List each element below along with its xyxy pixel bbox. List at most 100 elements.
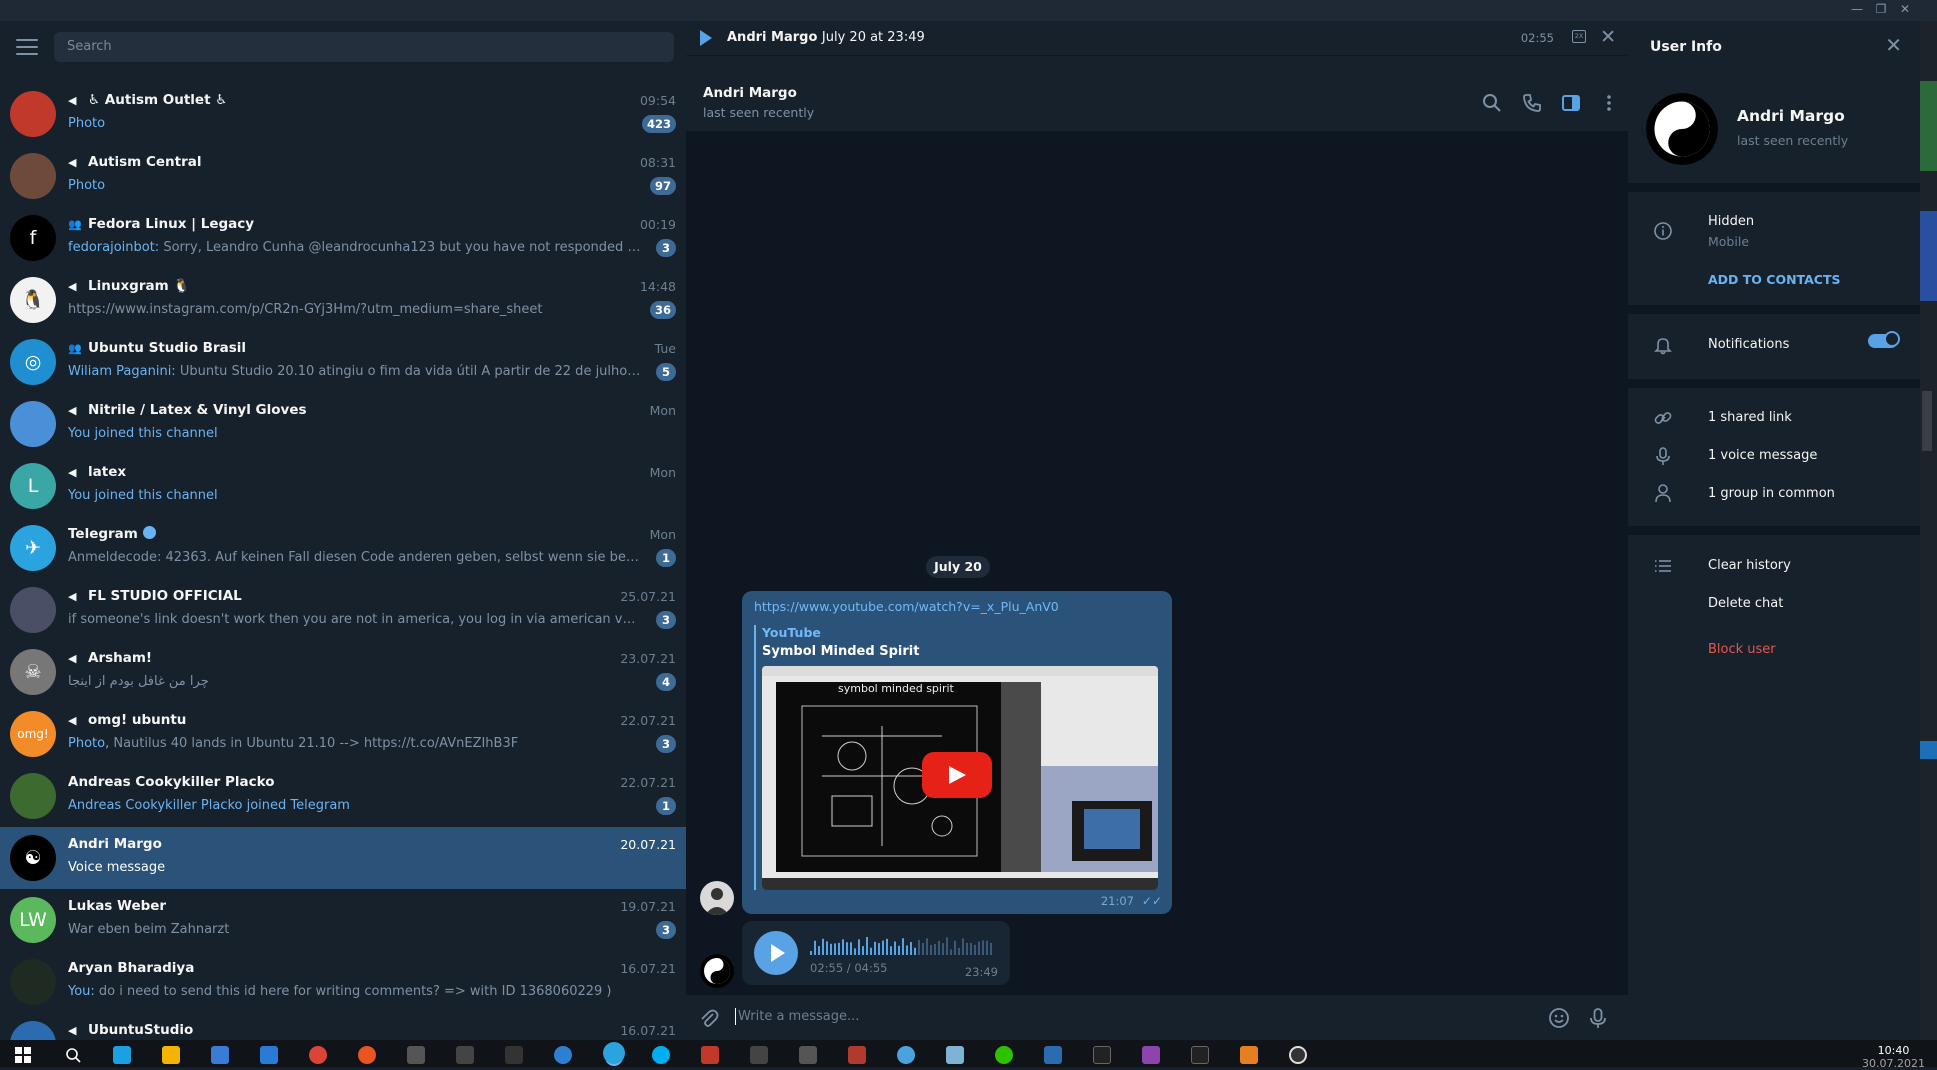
chat-name: ◀ Linuxgram 🐧	[68, 278, 191, 294]
voice-waveform[interactable]	[810, 935, 994, 955]
close-icon[interactable]: ✕	[1885, 33, 1902, 57]
chat-list-item[interactable]: omg! ◀ omg! ubuntu 22.07.21 Photo, Nautilus …	[0, 703, 686, 765]
waveform-bar	[862, 946, 864, 955]
microphone-icon[interactable]	[1586, 1006, 1610, 1030]
link-message-bubble[interactable]: https://www.youtube.com/watch?v=_x_Plu_A…	[742, 591, 1172, 914]
pinned-close-icon[interactable]: ✕	[1600, 26, 1616, 48]
sender-avatar[interactable]	[700, 881, 734, 915]
bell-icon	[1654, 338, 1672, 355]
edge-browser-icon[interactable]	[113, 1046, 131, 1064]
search-icon[interactable]	[1481, 92, 1503, 114]
search-input[interactable]: Search	[54, 32, 674, 62]
chat-title[interactable]: Andri Margo	[703, 85, 797, 101]
hamburger-menu-icon[interactable]	[16, 39, 38, 55]
chat-list-item[interactable]: ◀ Nitrile / Latex & Vinyl Gloves Mon You jo…	[0, 393, 686, 455]
message-composer: Write a message...	[686, 995, 1628, 1040]
skype-icon[interactable]	[652, 1046, 670, 1064]
chat-list-item[interactable]: LW Lukas Weber 19.07.21 War eben beim Zahna…	[0, 889, 686, 951]
profile-avatar[interactable]	[1646, 93, 1718, 165]
app-icon[interactable]	[946, 1046, 964, 1064]
file-explorer-icon[interactable]	[162, 1046, 180, 1064]
store-icon[interactable]	[211, 1046, 229, 1064]
app-icon[interactable]	[1044, 1046, 1062, 1064]
window-close-button[interactable]: ✕	[1895, 2, 1915, 18]
voice-messages-item[interactable]: 1 voice message	[1708, 448, 1817, 463]
chat-list-item[interactable]: ☯ Andri Margo 20.07.21 Voice message	[0, 827, 686, 889]
clear-history-button[interactable]: Clear history	[1708, 558, 1791, 573]
maximize-button[interactable]: ❐	[1871, 2, 1891, 18]
waveform-bar	[946, 937, 948, 955]
chat-list-item[interactable]: L ◀ latex Mon You joined this channel	[0, 455, 686, 517]
voice-message-bubble[interactable]: 02:55 / 04:55 23:49	[742, 921, 1010, 985]
app-icon[interactable]	[701, 1046, 719, 1064]
groups-in-common-item[interactable]: 1 group in common	[1708, 486, 1835, 501]
chat-list-item[interactable]: ✈ Telegram Mon Anmeldecode: 42363. Auf kein…	[0, 517, 686, 579]
waveform-bar	[934, 943, 936, 955]
help-icon[interactable]	[897, 1046, 915, 1064]
terminal-icon[interactable]	[1191, 1046, 1209, 1064]
app-icon[interactable]	[407, 1046, 425, 1064]
chat-list-item[interactable]: ◀ Autism Central 08:31 Photo 97	[0, 145, 686, 207]
toggle-sidebar-icon[interactable]	[1560, 92, 1582, 114]
notifications-toggle[interactable]	[1868, 331, 1900, 348]
more-options-icon[interactable]	[1598, 92, 1620, 114]
shared-links-item[interactable]: 1 shared link	[1708, 410, 1792, 425]
info-icon	[1654, 222, 1672, 240]
message-input[interactable]: Write a message...	[738, 1009, 859, 1024]
attach-paperclip-icon[interactable]	[698, 1007, 720, 1029]
chat-list-item[interactable]: ◎ 👥 Ubuntu Studio Brasil Tue Wiliam Paganini…	[0, 331, 686, 393]
mail-icon[interactable]	[260, 1046, 278, 1064]
chat-preview: fedorajoinbot: Sorry, Leandro Cunha @lea…	[68, 240, 643, 255]
chat-list-item[interactable]: Andreas Cookykiller Placko 22.07.21 Andrea…	[0, 765, 686, 827]
chat-list-item[interactable]: ◀ FL STUDIO OFFICIAL 25.07.21 if someone's …	[0, 579, 686, 641]
chat-list-item[interactable]: ◀ UbuntuStudio 16.07.21	[0, 1013, 686, 1040]
chrome-icon[interactable]	[309, 1046, 327, 1064]
chat-name: ◀ FL STUDIO OFFICIAL	[68, 588, 242, 604]
yin-yang-avatar[interactable]	[700, 954, 734, 988]
delete-chat-button[interactable]: Delete chat	[1708, 596, 1783, 611]
waveform-bar	[898, 945, 900, 955]
pinned-play-icon[interactable]	[700, 30, 712, 46]
terminal-icon[interactable]	[1093, 1046, 1111, 1064]
waveform-bar	[814, 940, 816, 955]
message-link-url[interactable]: https://www.youtube.com/watch?v=_x_Plu_A…	[754, 599, 1059, 614]
chat-list-item[interactable]: ◀ ♿ Autism Outlet ♿ 09:54 Photo 423	[0, 83, 686, 145]
windows-start-icon[interactable]	[14, 1046, 32, 1064]
pinned-voice-bar[interactable]: Andri Margo July 20 at 23:49 02:55 2X ✕	[686, 21, 1628, 56]
app-icon[interactable]	[1142, 1046, 1160, 1064]
inkscape-icon[interactable]	[456, 1046, 474, 1064]
waveform-bar	[826, 941, 828, 955]
app-icon[interactable]	[554, 1046, 572, 1064]
emoji-icon[interactable]	[1547, 1006, 1571, 1030]
link-icon	[1654, 412, 1672, 424]
playback-speed-icon[interactable]: 2X	[1572, 30, 1586, 43]
wechat-icon[interactable]	[995, 1046, 1013, 1064]
chat-list-item[interactable]: Aryan Bharadiya 16.07.21 You: do i need to…	[0, 951, 686, 1013]
app-icon[interactable]	[799, 1046, 817, 1064]
system-clock[interactable]: 10:40 30.07.2021	[1862, 1044, 1925, 1070]
voice-play-icon[interactable]	[754, 931, 798, 975]
block-user-button[interactable]: Block user	[1708, 642, 1776, 657]
obs-icon[interactable]	[1289, 1046, 1307, 1064]
telegram-taskbar-icon[interactable]	[603, 1042, 625, 1064]
chat-list-item[interactable]: 🐧 ◀ Linuxgram 🐧 14:48 https://www.instagram.…	[0, 269, 686, 331]
chat-preview: Photo, Nautilus 40 lands in Ubuntu 21.10…	[68, 736, 519, 751]
chat-preview: You joined this channel	[68, 488, 218, 503]
taskbar-search-icon[interactable]	[64, 1046, 82, 1064]
chat-list-item[interactable]: f 👥 Fedora Linux | Legacy 00:19 fedorajoinbo…	[0, 207, 686, 269]
chat-preview: You joined this channel	[68, 426, 218, 441]
os-taskbar: 10:40 30.07.2021	[0, 1040, 1937, 1070]
chat-list-item[interactable]: ☠ ◀ Arsham! 23.07.21 چرا من غافل بودم از این…	[0, 641, 686, 703]
youtube-play-icon[interactable]	[922, 752, 992, 798]
notepad-icon[interactable]	[1240, 1046, 1258, 1064]
chat-time: 16.07.21	[620, 961, 676, 976]
live-app-icon[interactable]	[505, 1046, 523, 1064]
app-icon[interactable]	[750, 1046, 768, 1064]
ubuntu-icon[interactable]	[358, 1046, 376, 1064]
chat-avatar: ☯	[10, 835, 56, 881]
video-thumbnail[interactable]: symbol minded spirit	[762, 666, 1158, 890]
phone-call-icon[interactable]	[1521, 92, 1543, 114]
app-icon[interactable]	[848, 1046, 866, 1064]
add-to-contacts-button[interactable]: ADD TO CONTACTS	[1708, 272, 1840, 287]
minimize-button[interactable]: —	[1847, 2, 1867, 18]
